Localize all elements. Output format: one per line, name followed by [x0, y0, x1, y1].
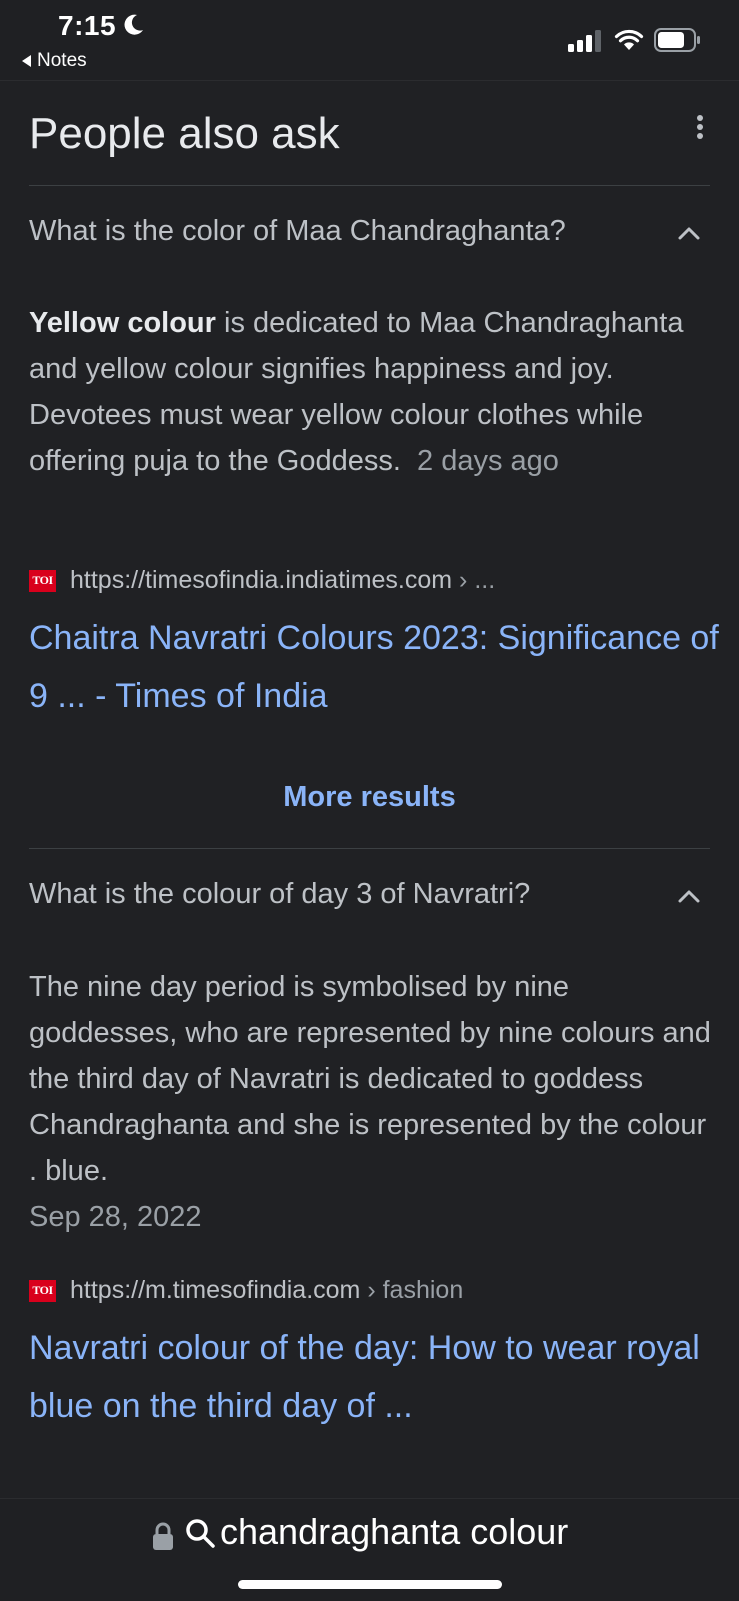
- address-bar[interactable]: chandraghanta colour: [0, 1498, 739, 1601]
- divider: [29, 185, 710, 186]
- answer-1-highlight: Yellow colour: [29, 307, 216, 339]
- question-1[interactable]: What is the color of Maa Chandraghanta?: [29, 215, 566, 248]
- source-url: https://timesofindia.indiatimes.com › ..…: [70, 566, 495, 595]
- chevron-up-icon[interactable]: [674, 886, 704, 906]
- source-row-2[interactable]: TOI https://m.timesofindia.com › fashion: [29, 1276, 463, 1305]
- back-to-notes-button[interactable]: Notes: [22, 50, 87, 72]
- moon-icon: [124, 14, 143, 35]
- result-link-2[interactable]: Navratri colour of the day: How to wear …: [29, 1319, 719, 1435]
- toi-logo: TOI: [29, 569, 56, 592]
- home-indicator[interactable]: [238, 1580, 502, 1589]
- source-row-1[interactable]: TOI https://timesofindia.indiatimes.com …: [29, 566, 495, 595]
- more-options-icon[interactable]: [686, 113, 714, 147]
- lock-icon: [153, 1522, 173, 1550]
- status-time: 7:15: [58, 10, 117, 41]
- back-app-label: Notes: [37, 50, 87, 71]
- wifi-icon: [614, 29, 644, 50]
- divider: [29, 848, 710, 849]
- source-url-crumb: › ...: [452, 566, 496, 594]
- answer-2: The nine day period is symbolised by nin…: [29, 964, 719, 1240]
- question-2[interactable]: What is the colour of day 3 of Navratri?: [29, 878, 530, 911]
- section-title: People also ask: [29, 109, 340, 158]
- source-url-domain: https://m.timesofindia.com: [70, 1276, 361, 1304]
- source-url-crumb: › fashion: [360, 1276, 464, 1304]
- address-query[interactable]: chandraghanta colour: [220, 1511, 568, 1553]
- answer-1: Yellow colour is dedicated to Maa Chandr…: [29, 300, 719, 484]
- source-url-domain: https://timesofindia.indiatimes.com: [70, 566, 453, 594]
- battery-icon: [654, 28, 700, 52]
- search-icon: [186, 1519, 215, 1548]
- more-results-button[interactable]: More results: [0, 781, 739, 814]
- chevron-up-icon[interactable]: [674, 223, 704, 243]
- result-link-1[interactable]: Chaitra Navratri Colours 2023: Significa…: [29, 609, 719, 725]
- search-results-content: People also ask What is the color of Maa…: [0, 81, 739, 1498]
- answer-2-date: Sep 28, 2022: [29, 1201, 202, 1233]
- back-arrow-icon: [22, 55, 31, 67]
- answer-1-date: 2 days ago: [417, 445, 559, 477]
- signal-icon: [568, 30, 601, 52]
- toi-logo: TOI: [29, 1279, 56, 1302]
- answer-2-text: The nine day period is symbolised by nin…: [29, 971, 711, 1187]
- status-bar: 7:15 Notes: [0, 0, 739, 81]
- source-url: https://m.timesofindia.com › fashion: [70, 1276, 463, 1305]
